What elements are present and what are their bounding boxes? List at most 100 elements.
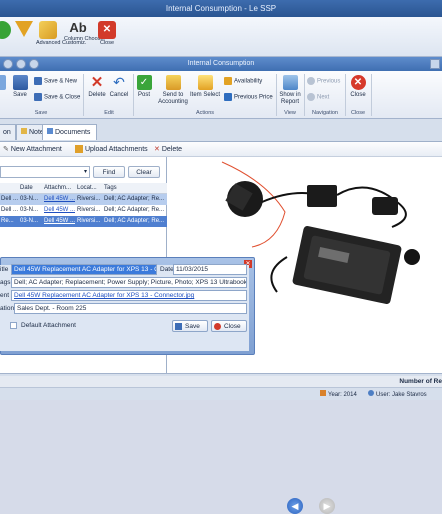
dialog-save-button[interactable]: Save <box>172 320 208 332</box>
report-icon <box>282 75 298 90</box>
cancel-button[interactable]: ↶ Cancel <box>108 75 130 99</box>
tab-strip: on Notes Documents <box>0 119 442 141</box>
column-header-tags[interactable]: Tags <box>104 183 164 193</box>
navigation-group-label: Navigation <box>312 110 338 116</box>
ribbon: Save Save & New Save & Close Save ✕ Delet… <box>0 71 442 119</box>
user-icon <box>368 390 374 396</box>
undo-arrow-icon: ↶ <box>113 74 125 90</box>
documents-icon <box>47 128 53 134</box>
close-circle-icon: ✕ <box>350 75 366 90</box>
close-button[interactable]: ✕ Close <box>347 75 369 99</box>
save-close-button[interactable]: Save & Close <box>34 93 80 102</box>
clear-button[interactable]: Clear <box>128 166 160 178</box>
save-group-label: Save <box>34 110 48 116</box>
ribbon-separator <box>371 74 372 116</box>
next-arrow-icon <box>307 93 315 101</box>
inner-window-title: Internal Consumption <box>187 60 255 67</box>
tags-field[interactable]: Dell; AC Adapter; Replacement; Power Sup… <box>11 277 247 288</box>
documents-toolbar: ✎ New Attachment Upload Attachments ✕ De… <box>0 142 442 157</box>
previous-button[interactable]: Previous <box>307 77 340 86</box>
actions-group-label: Actions <box>195 110 215 116</box>
upload-attachments-button[interactable]: Upload Attachments <box>75 143 148 156</box>
previous-arrow-icon <box>307 77 315 85</box>
outer-toolbar: Advanced Customiz. Ab Column Chooser ✕ C… <box>0 17 442 57</box>
table-row[interactable]: Dell ... 03-N... Dell 45W ... Riversi...… <box>0 194 167 205</box>
attachment-link[interactable]: Dell 45W ... <box>44 216 75 227</box>
dialog-close-button[interactable]: Close <box>211 320 247 332</box>
font-icon: Ab <box>69 20 87 35</box>
floppy-disk-icon <box>12 75 28 90</box>
tab-partial[interactable]: on <box>0 124 16 140</box>
new-attachment-button[interactable]: ✎ New Attachment <box>3 143 62 156</box>
delete-attachment-button[interactable]: ✕ Delete <box>154 143 182 156</box>
tab-documents[interactable]: Documents <box>42 124 98 140</box>
close-group-label: Close <box>350 110 366 116</box>
delete-button[interactable]: ✕ Delete <box>86 75 108 99</box>
save-new-button[interactable]: Save & New <box>34 77 77 86</box>
new-attachment-icon: ✎ <box>3 146 11 153</box>
item-select-icon <box>197 75 213 90</box>
previous-price-button[interactable]: Previous Price <box>224 93 273 102</box>
checkmark-icon: ✓ <box>136 75 152 90</box>
attachment-link[interactable]: Dell 45W ... <box>44 205 75 216</box>
filter-icon <box>15 21 33 37</box>
ribbon-left-edge-button[interactable] <box>0 75 6 92</box>
next-button[interactable]: Next <box>307 93 329 102</box>
column-header-attachment[interactable]: Attachm... <box>44 183 74 193</box>
delete-icon: ✕ <box>154 146 162 153</box>
default-attachment-checkbox[interactable]: Default Attachment <box>10 321 76 332</box>
window-menu-icon[interactable] <box>3 59 13 69</box>
customize-icon <box>39 21 57 39</box>
notes-icon <box>21 128 27 134</box>
outer-window-title: Internal Consumption - Le SSP <box>0 0 442 17</box>
advanced-customize-button[interactable]: Advanced Customiz. <box>36 19 86 55</box>
view-group-label: View <box>284 110 296 116</box>
availability-icon <box>224 77 232 85</box>
edit-group-label: Edit <box>104 110 114 116</box>
item-select-button[interactable]: Item Select <box>190 75 220 99</box>
location-select[interactable]: Sales Dept. - Room 225 <box>14 303 247 314</box>
upload-icon <box>75 145 83 154</box>
left-arrow-icon: ◀ <box>291 501 299 511</box>
save-button[interactable]: Save <box>10 75 30 99</box>
next-image-button[interactable]: ▶ <box>319 498 335 514</box>
post-button[interactable]: ✓ Post <box>134 75 154 99</box>
summary-bar: Number of Re <box>0 376 442 388</box>
inner-window-title-bar: Internal Consumption <box>0 57 442 71</box>
column-chooser-button[interactable]: Ab Column Chooser <box>64 19 105 55</box>
green-arrow-icon <box>0 21 11 39</box>
grid-header: Date Attachm... Locat... Tags <box>0 183 167 194</box>
minimize-icon[interactable] <box>430 59 440 69</box>
table-row[interactable]: Dell ... 03-N... Dell 45W ... Riversi...… <box>0 205 167 216</box>
previous-price-icon <box>224 93 232 101</box>
send-to-accounting-button[interactable]: Send to Accounting <box>156 75 190 105</box>
previous-image-button[interactable]: ◀ <box>287 498 303 514</box>
right-arrow-icon: ▶ <box>323 501 331 511</box>
column-header-location[interactable]: Locat... <box>77 183 101 193</box>
close-icon: ✕ <box>98 21 116 39</box>
delete-x-icon: ✕ <box>90 74 104 91</box>
filter-button[interactable] <box>12 19 36 55</box>
attachment-link[interactable]: Dell 45W ... <box>44 194 75 205</box>
checkbox-icon <box>10 321 17 329</box>
show-in-report-button[interactable]: Show in Report <box>277 75 303 105</box>
dropdown-arrow-icon[interactable]: ▾ <box>84 168 87 175</box>
column-header-date[interactable]: Date <box>20 183 40 193</box>
save-close-icon <box>34 93 42 101</box>
date-field[interactable]: 11/03/2015 <box>173 264 247 275</box>
close-x-icon <box>214 323 221 330</box>
year-status: Year: 2014 <box>320 390 357 399</box>
availability-button[interactable]: Availability <box>224 77 262 86</box>
attachment-field[interactable]: Dell 45W Replacement AC Adapter for XPS … <box>11 290 247 301</box>
calendar-icon <box>320 390 326 396</box>
undo-icon[interactable] <box>16 59 26 69</box>
number-of-records-label: Number of Re <box>399 378 442 385</box>
table-row[interactable]: Re... 03-N... Dell 45W ... Riversi... De… <box>0 216 167 227</box>
document-icon <box>0 75 6 90</box>
outer-close-button[interactable]: ✕ Close <box>95 19 119 55</box>
save-icon <box>175 323 182 330</box>
search-input[interactable]: ▾ <box>0 166 90 178</box>
redo-icon[interactable] <box>29 59 39 69</box>
title-field[interactable]: Dell 45W Replacement AC Adapter for XPS … <box>11 264 157 275</box>
find-button[interactable]: Find <box>93 166 125 178</box>
